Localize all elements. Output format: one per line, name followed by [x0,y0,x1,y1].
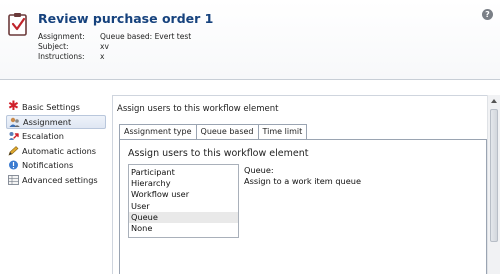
red-asterisk-icon: ✱ [8,99,19,114]
nav-item-notifications[interactable]: Notifications [6,158,106,172]
list-item[interactable]: Workflow user [129,189,238,200]
nav-item-label: Assignment [23,116,72,127]
list-item-selected[interactable]: Queue [129,211,238,223]
nav-item-label: Automatic actions [22,145,97,156]
list-item[interactable]: None [129,223,238,234]
detail-instructions: Instructions: x [38,52,191,62]
settings-grid-icon [8,174,19,185]
escalation-arrow-icon [8,131,19,141]
nav-item-label: Escalation [22,131,64,141]
page-title: Review purchase order 1 [38,11,214,26]
detail-label: Instructions: [38,52,85,61]
vertical-scrollbar[interactable] [487,95,500,274]
nav-item-assignment[interactable]: Assignment [6,114,106,129]
detail-label: Assignment: [38,32,85,41]
tab-assignment-type[interactable]: Assignment type [119,124,197,140]
detail-value: x [100,52,105,61]
nav-item-label: Advanced settings [22,174,98,185]
nav-item-advanced-settings[interactable]: Advanced settings [6,173,106,187]
tab-queue-based[interactable]: Queue based [195,124,259,139]
scroll-up-button[interactable] [488,95,500,107]
nav-item-automatic-actions[interactable]: Automatic actions [6,144,106,158]
help-icon[interactable]: ? [482,9,493,20]
list-item[interactable]: Hierarchy [129,178,238,189]
user-assignment-icon [9,117,20,127]
nav-item-basic-settings[interactable]: ✱ Basic Settings [6,100,106,114]
list-item[interactable]: Participant [129,167,238,178]
task-clipboard-icon [8,12,28,36]
panel-heading: Assign users to this workflow element [128,148,309,159]
list-item[interactable]: User [129,201,238,212]
detail-label: Subject: [38,42,69,51]
scrollbar-thumb[interactable] [490,109,498,242]
description-text: Assign to a work item queue [244,176,362,186]
detail-value: xv [100,42,109,51]
main-panel: Assign users to this workflow element As… [112,95,500,274]
tab-strip: Assignment type Queue based Time limit [119,124,308,140]
nav-item-escalation[interactable]: Escalation [6,129,106,143]
assignment-type-listbox[interactable]: Participant Hierarchy Workflow user User… [128,164,239,238]
description-title: Queue: [244,165,274,175]
section-heading: Assign users to this workflow element [117,104,279,114]
nav-item-label: Basic Settings [22,102,80,112]
detail-assignment: Assignment: Queue based: Evert test [38,32,191,42]
tab-panel: Assign users to this workflow element Pa… [119,139,487,274]
tab-time-limit[interactable]: Time limit [257,124,308,139]
chevron-up-icon [491,99,497,103]
detail-value: Queue based: Evert test [100,32,192,41]
nav-item-label: Notifications [22,160,74,170]
settings-nav: ✱ Basic Settings Assignment Escalation A… [6,100,106,187]
detail-subject: Subject: xv [38,42,191,52]
notification-icon [8,160,19,170]
task-details: Assignment: Queue based: Evert test Subj… [38,32,191,62]
header: Review purchase order 1 Assignment: Queu… [0,0,500,80]
pencil-icon [8,145,19,156]
option-description: Queue: Assign to a work item queue [244,165,361,187]
